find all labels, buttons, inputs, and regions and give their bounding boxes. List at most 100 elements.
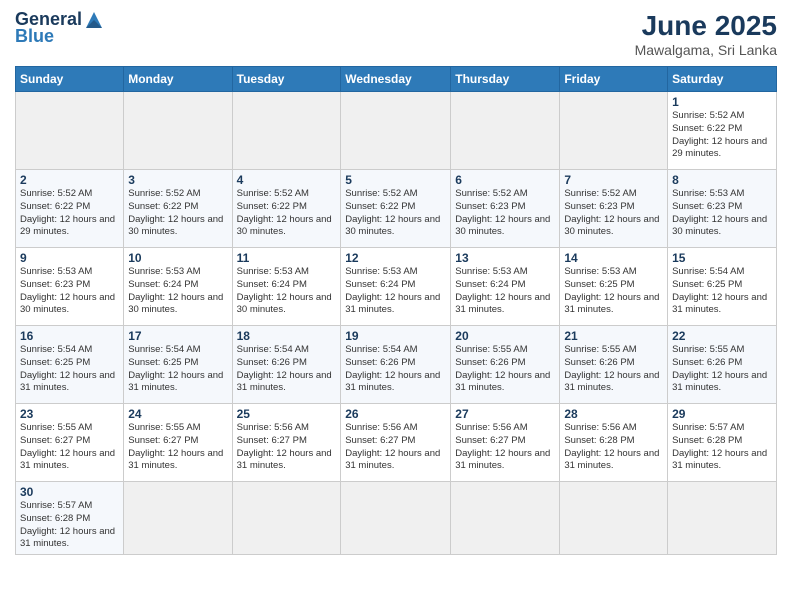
day-number: 12 bbox=[345, 251, 446, 265]
day-number: 27 bbox=[455, 407, 555, 421]
table-row: 16Sunrise: 5:54 AM Sunset: 6:25 PM Dayli… bbox=[16, 326, 124, 404]
logo-icon bbox=[84, 10, 104, 30]
table-row: 25Sunrise: 5:56 AM Sunset: 6:27 PM Dayli… bbox=[232, 404, 341, 482]
table-row: 7Sunrise: 5:52 AM Sunset: 6:23 PM Daylig… bbox=[560, 170, 668, 248]
day-info: Sunrise: 5:54 AM Sunset: 6:26 PM Dayligh… bbox=[345, 344, 446, 395]
table-row bbox=[668, 482, 777, 555]
day-info: Sunrise: 5:53 AM Sunset: 6:24 PM Dayligh… bbox=[128, 266, 227, 317]
table-row: 24Sunrise: 5:55 AM Sunset: 6:27 PM Dayli… bbox=[124, 404, 232, 482]
table-row: 9Sunrise: 5:53 AM Sunset: 6:23 PM Daylig… bbox=[16, 248, 124, 326]
table-row: 15Sunrise: 5:54 AM Sunset: 6:25 PM Dayli… bbox=[668, 248, 777, 326]
day-info: Sunrise: 5:56 AM Sunset: 6:27 PM Dayligh… bbox=[345, 422, 446, 473]
table-row: 11Sunrise: 5:53 AM Sunset: 6:24 PM Dayli… bbox=[232, 248, 341, 326]
table-row: 6Sunrise: 5:52 AM Sunset: 6:23 PM Daylig… bbox=[451, 170, 560, 248]
table-row: 1Sunrise: 5:52 AM Sunset: 6:22 PM Daylig… bbox=[668, 92, 777, 170]
day-number: 9 bbox=[20, 251, 119, 265]
day-info: Sunrise: 5:52 AM Sunset: 6:22 PM Dayligh… bbox=[672, 110, 772, 161]
table-row bbox=[560, 482, 668, 555]
day-info: Sunrise: 5:52 AM Sunset: 6:22 PM Dayligh… bbox=[128, 188, 227, 239]
day-number: 1 bbox=[672, 95, 772, 109]
day-number: 4 bbox=[237, 173, 337, 187]
table-row bbox=[560, 92, 668, 170]
table-row bbox=[16, 92, 124, 170]
table-row: 29Sunrise: 5:57 AM Sunset: 6:28 PM Dayli… bbox=[668, 404, 777, 482]
day-number: 30 bbox=[20, 485, 119, 499]
day-number: 2 bbox=[20, 173, 119, 187]
table-row: 26Sunrise: 5:56 AM Sunset: 6:27 PM Dayli… bbox=[341, 404, 451, 482]
day-info: Sunrise: 5:52 AM Sunset: 6:23 PM Dayligh… bbox=[455, 188, 555, 239]
col-sunday: Sunday bbox=[16, 67, 124, 92]
col-tuesday: Tuesday bbox=[232, 67, 341, 92]
day-info: Sunrise: 5:56 AM Sunset: 6:27 PM Dayligh… bbox=[455, 422, 555, 473]
day-info: Sunrise: 5:54 AM Sunset: 6:26 PM Dayligh… bbox=[237, 344, 337, 395]
table-row bbox=[341, 482, 451, 555]
day-info: Sunrise: 5:56 AM Sunset: 6:28 PM Dayligh… bbox=[564, 422, 663, 473]
table-row: 2Sunrise: 5:52 AM Sunset: 6:22 PM Daylig… bbox=[16, 170, 124, 248]
col-saturday: Saturday bbox=[668, 67, 777, 92]
day-info: Sunrise: 5:53 AM Sunset: 6:23 PM Dayligh… bbox=[20, 266, 119, 317]
col-friday: Friday bbox=[560, 67, 668, 92]
day-number: 7 bbox=[564, 173, 663, 187]
day-info: Sunrise: 5:57 AM Sunset: 6:28 PM Dayligh… bbox=[672, 422, 772, 473]
day-info: Sunrise: 5:54 AM Sunset: 6:25 PM Dayligh… bbox=[20, 344, 119, 395]
header: General Blue June 2025 Mawalgama, Sri La… bbox=[15, 10, 777, 58]
table-row: 18Sunrise: 5:54 AM Sunset: 6:26 PM Dayli… bbox=[232, 326, 341, 404]
day-info: Sunrise: 5:53 AM Sunset: 6:24 PM Dayligh… bbox=[237, 266, 337, 317]
day-number: 8 bbox=[672, 173, 772, 187]
table-row: 19Sunrise: 5:54 AM Sunset: 6:26 PM Dayli… bbox=[341, 326, 451, 404]
col-thursday: Thursday bbox=[451, 67, 560, 92]
day-info: Sunrise: 5:52 AM Sunset: 6:22 PM Dayligh… bbox=[345, 188, 446, 239]
day-number: 18 bbox=[237, 329, 337, 343]
col-monday: Monday bbox=[124, 67, 232, 92]
table-row: 27Sunrise: 5:56 AM Sunset: 6:27 PM Dayli… bbox=[451, 404, 560, 482]
table-row: 12Sunrise: 5:53 AM Sunset: 6:24 PM Dayli… bbox=[341, 248, 451, 326]
day-number: 29 bbox=[672, 407, 772, 421]
table-row: 30Sunrise: 5:57 AM Sunset: 6:28 PM Dayli… bbox=[16, 482, 124, 555]
calendar-table: Sunday Monday Tuesday Wednesday Thursday… bbox=[15, 66, 777, 555]
day-number: 16 bbox=[20, 329, 119, 343]
day-number: 15 bbox=[672, 251, 772, 265]
day-number: 20 bbox=[455, 329, 555, 343]
day-info: Sunrise: 5:53 AM Sunset: 6:23 PM Dayligh… bbox=[672, 188, 772, 239]
table-row bbox=[341, 92, 451, 170]
day-number: 3 bbox=[128, 173, 227, 187]
month-year: June 2025 bbox=[635, 10, 777, 42]
day-info: Sunrise: 5:55 AM Sunset: 6:27 PM Dayligh… bbox=[20, 422, 119, 473]
col-wednesday: Wednesday bbox=[341, 67, 451, 92]
day-info: Sunrise: 5:55 AM Sunset: 6:26 PM Dayligh… bbox=[564, 344, 663, 395]
table-row: 5Sunrise: 5:52 AM Sunset: 6:22 PM Daylig… bbox=[341, 170, 451, 248]
day-info: Sunrise: 5:55 AM Sunset: 6:27 PM Dayligh… bbox=[128, 422, 227, 473]
day-number: 28 bbox=[564, 407, 663, 421]
table-row bbox=[124, 482, 232, 555]
table-row: 21Sunrise: 5:55 AM Sunset: 6:26 PM Dayli… bbox=[560, 326, 668, 404]
day-number: 10 bbox=[128, 251, 227, 265]
day-info: Sunrise: 5:52 AM Sunset: 6:23 PM Dayligh… bbox=[564, 188, 663, 239]
page: General Blue June 2025 Mawalgama, Sri La… bbox=[0, 0, 792, 612]
table-row: 22Sunrise: 5:55 AM Sunset: 6:26 PM Dayli… bbox=[668, 326, 777, 404]
day-number: 22 bbox=[672, 329, 772, 343]
table-row: 4Sunrise: 5:52 AM Sunset: 6:22 PM Daylig… bbox=[232, 170, 341, 248]
day-info: Sunrise: 5:53 AM Sunset: 6:24 PM Dayligh… bbox=[455, 266, 555, 317]
table-row: 20Sunrise: 5:55 AM Sunset: 6:26 PM Dayli… bbox=[451, 326, 560, 404]
logo: General Blue bbox=[15, 10, 104, 47]
calendar-header-row: Sunday Monday Tuesday Wednesday Thursday… bbox=[16, 67, 777, 92]
table-row: 13Sunrise: 5:53 AM Sunset: 6:24 PM Dayli… bbox=[451, 248, 560, 326]
table-row bbox=[451, 92, 560, 170]
day-number: 19 bbox=[345, 329, 446, 343]
location: Mawalgama, Sri Lanka bbox=[635, 42, 777, 58]
table-row: 28Sunrise: 5:56 AM Sunset: 6:28 PM Dayli… bbox=[560, 404, 668, 482]
day-info: Sunrise: 5:54 AM Sunset: 6:25 PM Dayligh… bbox=[128, 344, 227, 395]
day-number: 6 bbox=[455, 173, 555, 187]
table-row: 10Sunrise: 5:53 AM Sunset: 6:24 PM Dayli… bbox=[124, 248, 232, 326]
day-number: 24 bbox=[128, 407, 227, 421]
logo-blue: Blue bbox=[15, 26, 54, 46]
table-row: 8Sunrise: 5:53 AM Sunset: 6:23 PM Daylig… bbox=[668, 170, 777, 248]
day-info: Sunrise: 5:57 AM Sunset: 6:28 PM Dayligh… bbox=[20, 500, 119, 551]
day-info: Sunrise: 5:53 AM Sunset: 6:25 PM Dayligh… bbox=[564, 266, 663, 317]
day-number: 11 bbox=[237, 251, 337, 265]
day-info: Sunrise: 5:55 AM Sunset: 6:26 PM Dayligh… bbox=[455, 344, 555, 395]
day-number: 14 bbox=[564, 251, 663, 265]
table-row: 23Sunrise: 5:55 AM Sunset: 6:27 PM Dayli… bbox=[16, 404, 124, 482]
day-number: 13 bbox=[455, 251, 555, 265]
table-row bbox=[124, 92, 232, 170]
